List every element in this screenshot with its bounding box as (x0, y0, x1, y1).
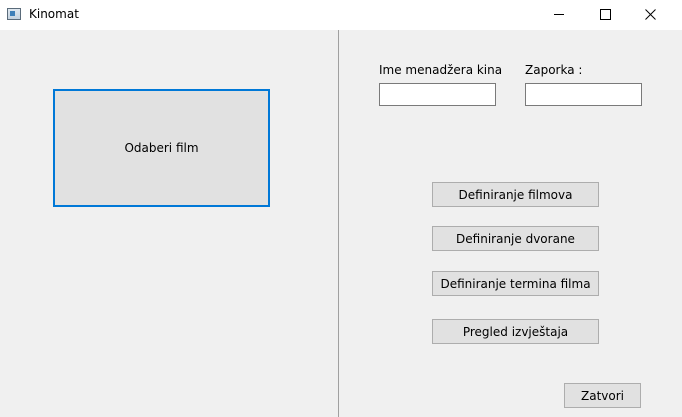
define-schedule-button[interactable]: Definiranje termina filma (432, 271, 599, 296)
password-input[interactable] (525, 83, 642, 106)
app-window: Kinomat Odaberi film Ime menadžera kina … (0, 0, 682, 417)
define-films-label: Definiranje filmova (458, 187, 573, 202)
app-window-icon (7, 8, 21, 20)
maximize-button[interactable] (582, 0, 628, 30)
vertical-divider (338, 30, 339, 417)
title-bar[interactable]: Kinomat (0, 0, 682, 30)
manager-name-input[interactable] (379, 83, 496, 106)
view-reports-label: Pregled izvještaja (462, 324, 569, 339)
manager-name-label: Ime menadžera kina (379, 63, 503, 77)
view-reports-button[interactable]: Pregled izvještaja (432, 319, 599, 344)
select-film-label: Odaberi film (124, 141, 199, 155)
window-title: Kinomat (29, 7, 79, 21)
define-films-button[interactable]: Definiranje filmova (432, 182, 599, 207)
close-label: Zatvori (581, 388, 624, 403)
select-film-button[interactable]: Odaberi film (53, 89, 270, 207)
close-window-button[interactable] (628, 0, 674, 30)
define-schedule-label: Definiranje termina filma (440, 276, 591, 291)
minimize-button[interactable] (536, 0, 582, 30)
define-hall-label: Definiranje dvorane (456, 231, 575, 246)
close-icon (645, 9, 656, 20)
client-area: Odaberi film Ime menadžera kina Zaporka … (0, 30, 682, 417)
close-button[interactable]: Zatvori (564, 383, 641, 408)
define-hall-button[interactable]: Definiranje dvorane (432, 226, 599, 251)
password-label: Zaporka : (525, 63, 583, 77)
